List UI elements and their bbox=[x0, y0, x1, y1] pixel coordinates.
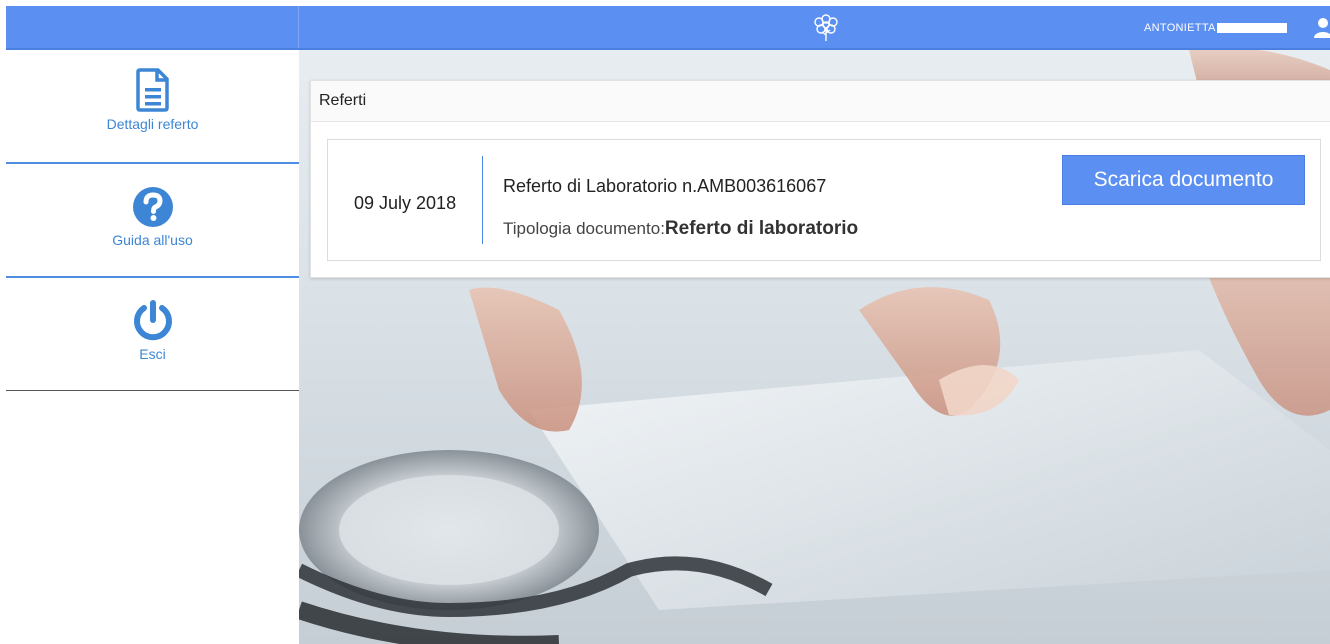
sidebar-item-label: Guida all'uso bbox=[112, 232, 193, 248]
sidebar-item-guida[interactable]: Guida all'uso bbox=[6, 186, 299, 248]
user-icon[interactable] bbox=[1313, 16, 1330, 38]
sidebar-item-esci[interactable]: Esci bbox=[6, 300, 299, 362]
report-date: 09 July 2018 bbox=[354, 193, 457, 213]
report-type-value: Referto di laboratorio bbox=[664, 218, 859, 239]
user-name: ANTONIETTA bbox=[1144, 22, 1216, 34]
sidebar-divider bbox=[6, 162, 299, 164]
tree-logo-icon bbox=[814, 14, 838, 41]
sidebar: Dettagli referto Guida all'uso Esci bbox=[6, 50, 299, 644]
report-type: Tipologia documento:Referto di laborator… bbox=[503, 218, 858, 240]
power-icon bbox=[133, 300, 172, 341]
header-divider bbox=[298, 6, 299, 48]
report-divider bbox=[482, 156, 483, 244]
redacted-surname bbox=[1216, 23, 1287, 33]
report-card: 09 July 2018 Referto di Laboratorio n.AM… bbox=[327, 139, 1321, 261]
document-icon bbox=[135, 68, 169, 112]
report-type-label: Tipologia documento: bbox=[503, 219, 665, 238]
top-header: ANTONIETTA bbox=[6, 6, 1330, 50]
sidebar-divider bbox=[6, 390, 299, 391]
question-icon bbox=[132, 187, 173, 227]
sidebar-divider bbox=[6, 276, 299, 278]
referti-panel: Referti 09 July 2018 Referto di Laborato… bbox=[310, 80, 1330, 278]
sidebar-item-label: Esci bbox=[139, 346, 166, 362]
panel-title: Referti bbox=[311, 81, 1330, 122]
sidebar-item-label: Dettagli referto bbox=[106, 116, 199, 132]
download-document-button[interactable]: Scarica documento bbox=[1062, 155, 1305, 205]
sidebar-item-dettagli-referto[interactable]: Dettagli referto bbox=[6, 68, 299, 132]
user-info[interactable]: ANTONIETTA bbox=[1144, 20, 1287, 36]
main-content: Referti 09 July 2018 Referto di Laborato… bbox=[299, 50, 1330, 644]
report-title: Referto di Laboratorio n.AMB003616067 bbox=[503, 176, 827, 196]
